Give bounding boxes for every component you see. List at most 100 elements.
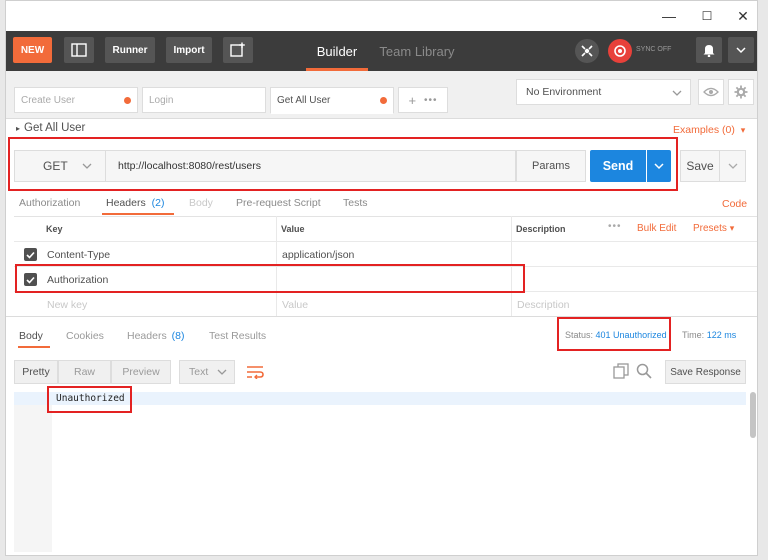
settings-menu-button[interactable] bbox=[728, 37, 754, 63]
header-enabled-checkbox[interactable] bbox=[24, 248, 37, 261]
copy-response-button[interactable] bbox=[613, 363, 631, 381]
wrap-lines-icon bbox=[247, 366, 264, 379]
tab-body[interactable]: Body bbox=[189, 197, 213, 209]
time-value[interactable]: 122 ms bbox=[707, 330, 737, 340]
generate-code-link[interactable]: Code bbox=[722, 198, 747, 210]
save-options-button[interactable] bbox=[720, 150, 746, 182]
copy-icon bbox=[613, 363, 629, 379]
interceptor-button[interactable] bbox=[575, 39, 599, 63]
caret-right-icon: ▸ bbox=[16, 124, 21, 133]
sync-button[interactable] bbox=[608, 39, 632, 63]
response-tab-cookies[interactable]: Cookies bbox=[66, 330, 104, 342]
response-tab-body[interactable]: Body bbox=[19, 330, 43, 342]
add-tab-button[interactable]: + ••• bbox=[398, 87, 448, 113]
header-enabled-checkbox[interactable] bbox=[24, 273, 37, 286]
chevron-down-icon bbox=[672, 90, 682, 96]
runner-button[interactable]: Runner bbox=[105, 37, 155, 63]
response-headers-label: Headers bbox=[127, 330, 167, 342]
view-pretty-button[interactable]: Pretty bbox=[14, 360, 58, 384]
new-key-input[interactable]: New key bbox=[47, 299, 87, 311]
tab-headers-label: Headers bbox=[106, 197, 146, 209]
response-tab-test-results[interactable]: Test Results bbox=[209, 330, 266, 342]
title-bar: — ☐ ✕ bbox=[6, 1, 757, 31]
more-options-icon[interactable]: ••• bbox=[608, 221, 622, 232]
send-options-button[interactable] bbox=[647, 150, 671, 182]
view-raw-button[interactable]: Raw bbox=[58, 360, 111, 384]
presets-dropdown[interactable]: Presets ▾ bbox=[693, 223, 734, 234]
manage-environments-button[interactable] bbox=[728, 79, 754, 105]
tab-pre-request-script[interactable]: Pre-request Script bbox=[236, 197, 321, 209]
examples-label: Examples (0) bbox=[673, 124, 735, 136]
response-tab-headers[interactable]: Headers (8) bbox=[127, 330, 184, 342]
unsaved-dot-icon bbox=[380, 97, 387, 104]
new-value-input[interactable]: Value bbox=[282, 299, 308, 311]
close-button[interactable]: ✕ bbox=[724, 1, 757, 31]
request-tab-create-user[interactable]: Create User bbox=[14, 87, 138, 113]
request-tab-login[interactable]: Login bbox=[142, 87, 266, 113]
status-label: Status: bbox=[565, 330, 594, 340]
tab-team-library[interactable]: Team Library bbox=[376, 31, 458, 71]
header-key-cell[interactable]: Authorization bbox=[47, 274, 108, 286]
checkmark-icon bbox=[26, 276, 35, 284]
url-input[interactable]: http://localhost:8080/rest/users bbox=[106, 150, 516, 182]
tab-builder[interactable]: Builder bbox=[306, 31, 368, 71]
examples-dropdown[interactable]: Examples (0) ▾ bbox=[673, 124, 745, 136]
line-number-gutter bbox=[14, 392, 52, 552]
request-tab-label: Login bbox=[149, 94, 174, 106]
request-name-label: Get All User bbox=[24, 122, 86, 134]
chevron-down-icon bbox=[736, 47, 746, 54]
response-body-text[interactable]: Unauthorized bbox=[56, 393, 125, 404]
send-button[interactable]: Send bbox=[590, 150, 646, 182]
notifications-button[interactable] bbox=[696, 37, 722, 63]
minimize-button[interactable]: — bbox=[650, 1, 688, 31]
tab-headers[interactable]: Headers (2) bbox=[106, 197, 164, 209]
toggle-sidebar-button[interactable] bbox=[64, 37, 94, 63]
save-button[interactable]: Save bbox=[680, 150, 720, 182]
unsaved-dot-icon bbox=[124, 97, 131, 104]
new-button[interactable]: NEW bbox=[13, 37, 52, 63]
active-tab-indicator bbox=[18, 346, 50, 348]
eye-icon bbox=[703, 87, 719, 97]
editor-scrollbar[interactable] bbox=[750, 392, 756, 438]
new-window-button[interactable] bbox=[223, 37, 253, 63]
wrap-lines-button[interactable] bbox=[244, 362, 266, 382]
plus-icon: + bbox=[408, 92, 417, 108]
new-description-input[interactable]: Description bbox=[517, 299, 570, 311]
presets-label: Presets bbox=[693, 223, 727, 234]
tab-authorization[interactable]: Authorization bbox=[19, 197, 80, 209]
sync-icon bbox=[614, 45, 626, 57]
tab-tests[interactable]: Tests bbox=[343, 197, 368, 209]
column-header-description: Description bbox=[516, 224, 566, 234]
response-body-editor[interactable] bbox=[14, 392, 746, 552]
column-header-key: Key bbox=[46, 224, 63, 234]
caret-down-icon: ▾ bbox=[740, 125, 746, 135]
search-icon bbox=[636, 363, 652, 379]
row-divider bbox=[14, 241, 757, 242]
search-response-button[interactable] bbox=[636, 363, 654, 381]
caret-down-icon: ▾ bbox=[729, 223, 735, 233]
environment-quick-look-button[interactable] bbox=[698, 79, 724, 105]
view-preview-button[interactable]: Preview bbox=[111, 360, 171, 384]
status-value[interactable]: 401 Unauthorized bbox=[596, 330, 667, 340]
bell-icon bbox=[703, 45, 715, 57]
import-button[interactable]: Import bbox=[166, 37, 212, 63]
environment-selected-label: No Environment bbox=[526, 86, 602, 98]
column-header-value: Value bbox=[281, 224, 305, 234]
response-divider bbox=[6, 316, 757, 317]
save-response-button[interactable]: Save Response bbox=[665, 360, 746, 384]
maximize-button[interactable]: ☐ bbox=[688, 1, 726, 31]
environment-select[interactable]: No Environment bbox=[516, 79, 691, 105]
gear-icon bbox=[734, 85, 748, 99]
sidebar-icon bbox=[71, 43, 87, 57]
header-key-cell[interactable]: Content-Type bbox=[47, 249, 110, 261]
bulk-edit-link[interactable]: Bulk Edit bbox=[637, 223, 676, 234]
header-value-cell[interactable]: application/json bbox=[282, 249, 354, 261]
format-select[interactable]: Text bbox=[179, 360, 235, 384]
request-name[interactable]: ▸ Get All User bbox=[16, 122, 85, 134]
method-select[interactable]: GET bbox=[14, 150, 106, 182]
params-button[interactable]: Params bbox=[516, 150, 586, 182]
format-selected-label: Text bbox=[189, 366, 209, 378]
chevron-down-icon bbox=[728, 163, 737, 169]
request-tab-get-all-user[interactable]: Get All User bbox=[270, 87, 394, 114]
chevron-down-icon bbox=[217, 369, 227, 375]
